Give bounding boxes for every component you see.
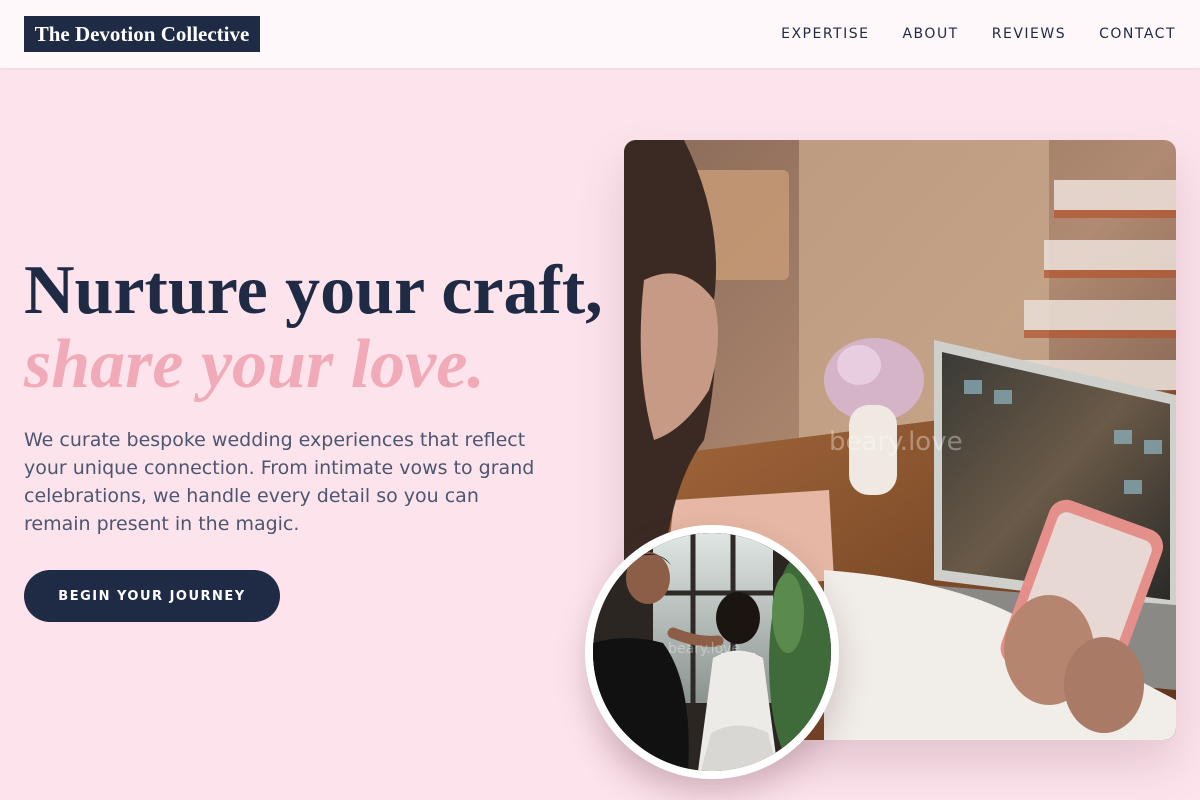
hero-title-line1: Nurture your craft, [24, 252, 603, 329]
hero-description: We curate bespoke wedding experiences th… [24, 429, 535, 535]
nav-item-about[interactable]: ABOUT [902, 26, 958, 42]
nav-item-reviews[interactable]: REVIEWS [992, 26, 1066, 42]
hero-circle-photo: beary.love [585, 525, 839, 779]
couple-photo: beary.love [593, 533, 831, 771]
site-header: The Devotion Collective EXPERTISE ABOUT … [0, 0, 1200, 68]
nav-item-contact[interactable]: CONTACT [1099, 26, 1176, 42]
nav-item-expertise[interactable]: EXPERTISE [781, 26, 869, 42]
main-nav: EXPERTISE ABOUT REVIEWS CONTACT [781, 0, 1176, 68]
hero-title: Nurture your craft, share your love. [24, 254, 604, 402]
svg-text:beary.love: beary.love [829, 427, 963, 457]
svg-text:beary.love: beary.love [668, 641, 740, 657]
brand-logo[interactable]: The Devotion Collective [24, 16, 260, 52]
hero-title-accent: share your love. [24, 326, 485, 403]
begin-journey-button[interactable]: BEGIN YOUR JOURNEY [24, 570, 280, 622]
